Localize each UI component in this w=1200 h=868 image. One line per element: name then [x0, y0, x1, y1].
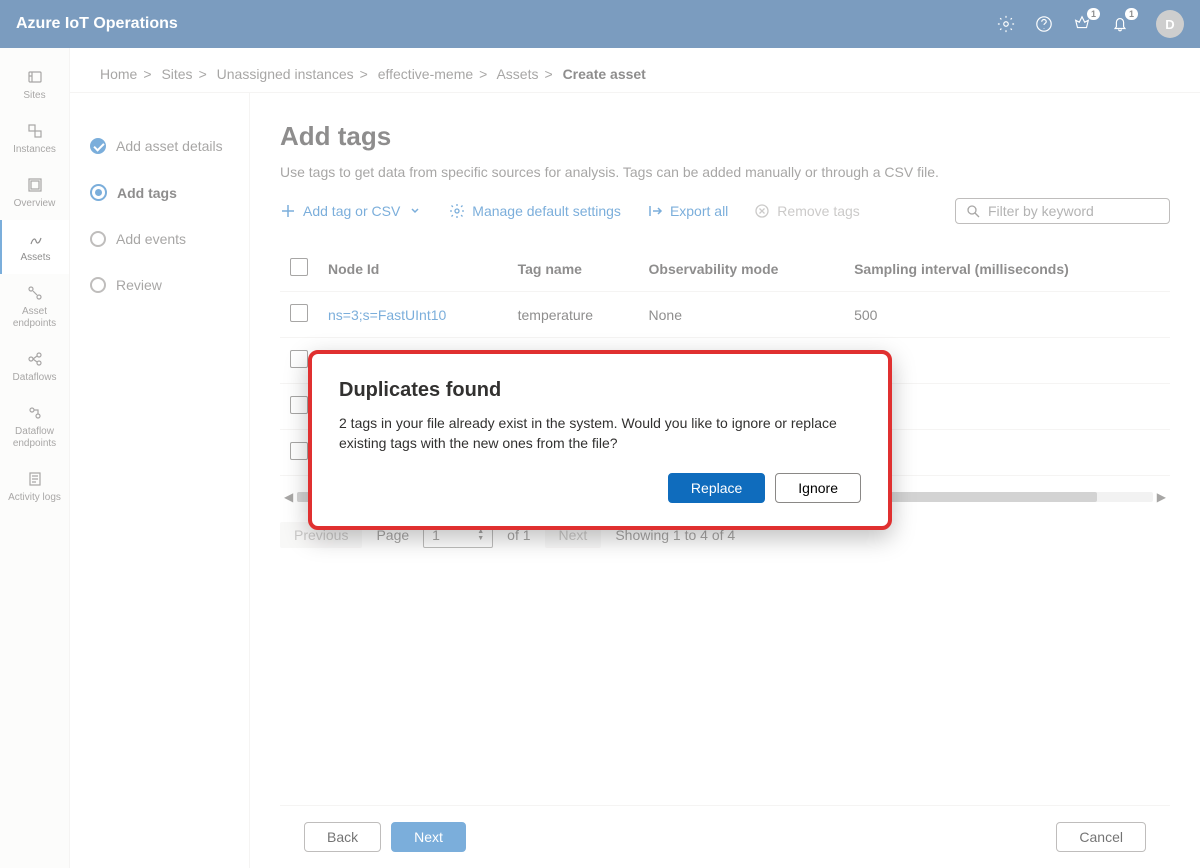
dialog-title: Duplicates found — [339, 379, 861, 402]
dialog-body: 2 tags in your file already exist in the… — [339, 414, 861, 453]
duplicates-dialog: Duplicates found 2 tags in your file alr… — [315, 357, 885, 523]
replace-button[interactable]: Replace — [668, 473, 765, 503]
modal-overlay[interactable]: Duplicates found 2 tags in your file alr… — [0, 0, 1200, 868]
ignore-button[interactable]: Ignore — [775, 473, 861, 503]
